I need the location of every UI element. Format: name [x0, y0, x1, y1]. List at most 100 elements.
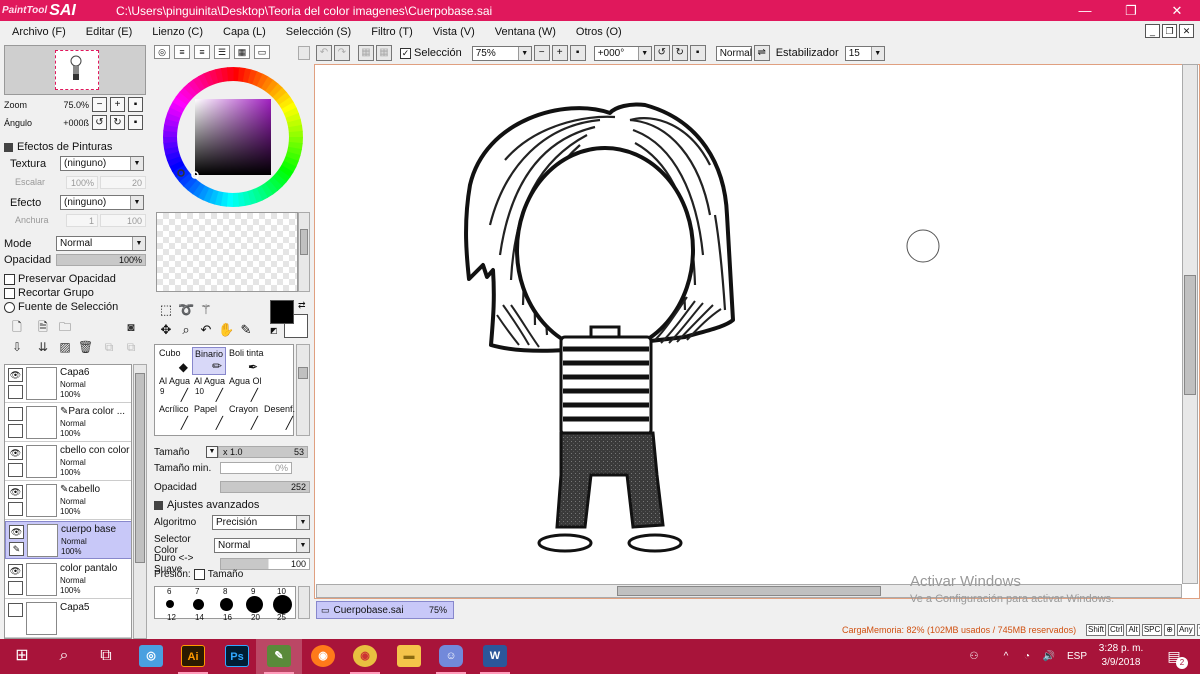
- brush-al-agua-9[interactable]: Al Agua 9 ╱: [157, 375, 191, 403]
- canvas-vertical-scrollbar[interactable]: [1182, 64, 1198, 584]
- zoom-reset-button[interactable]: ▪: [128, 97, 143, 112]
- brush-papel[interactable]: Papel ╱: [192, 403, 226, 431]
- search-icon[interactable]: ⌕: [52, 644, 76, 668]
- eye-off-icon[interactable]: [8, 603, 23, 617]
- layer-lock-toggle[interactable]: [8, 463, 23, 477]
- brush-crayon[interactable]: Crayon ╱: [227, 403, 261, 431]
- size-preset-dot[interactable]: [273, 595, 292, 614]
- layer-list-scroll-thumb[interactable]: [135, 373, 145, 563]
- rotate-reset-button[interactable]: ▪: [128, 115, 143, 130]
- color-panel-scroll-button[interactable]: [298, 46, 310, 60]
- selection-source-row[interactable]: Fuente de Selección: [4, 301, 118, 313]
- stabilizer-dropdown[interactable]: 15 ▼: [844, 45, 885, 61]
- mode-dropdown[interactable]: Normal ▼: [56, 236, 146, 251]
- merge-mask-icon[interactable]: ⧉: [124, 340, 138, 354]
- zoom-in-button[interactable]: +: [110, 97, 125, 112]
- swap-colors-icon[interactable]: ⇄: [298, 300, 306, 311]
- undo-icon[interactable]: ↶: [316, 45, 332, 61]
- taskbar-app-firefox[interactable]: ◉: [300, 639, 346, 674]
- eyedropper-icon[interactable]: ✎: [238, 322, 254, 338]
- language-indicator[interactable]: ESP: [1064, 639, 1090, 674]
- eye-icon[interactable]: 👁: [9, 525, 24, 539]
- brush-opacity-slider[interactable]: 252: [220, 481, 310, 493]
- layer-list-scrollbar[interactable]: [133, 364, 147, 639]
- menu-ventana[interactable]: Ventana (W): [483, 26, 564, 38]
- move-icon[interactable]: ✥: [158, 322, 174, 338]
- layer-item[interactable]: 👁 ✎cabello Normal 100%: [5, 482, 131, 520]
- rect-select-icon[interactable]: ⬚: [158, 302, 174, 318]
- doc-restore-button[interactable]: ❐: [1162, 24, 1177, 38]
- system-clock[interactable]: 3:28 p. m. 3/9/2018: [1096, 642, 1146, 670]
- brush-cubo[interactable]: Cubo ◆: [157, 347, 191, 375]
- hsv-slider-tab-icon[interactable]: ≡: [194, 45, 210, 59]
- lasso-icon[interactable]: ➰: [178, 302, 194, 318]
- wifi-icon[interactable]: ◔: [1018, 639, 1036, 674]
- advanced-settings-header[interactable]: Ajustes avanzados: [154, 499, 259, 511]
- color-wheel[interactable]: [162, 66, 304, 208]
- transfer-down-icon[interactable]: ⇩: [10, 340, 24, 354]
- effects-header[interactable]: Efectos de Pinturas: [4, 141, 112, 153]
- rotation-dropdown[interactable]: +000° ▼: [593, 45, 652, 61]
- menu-vista[interactable]: Vista (V): [421, 26, 483, 38]
- shift-key-indicator[interactable]: Shift: [1086, 624, 1107, 636]
- size-preset-dot[interactable]: [220, 598, 233, 611]
- menu-capa[interactable]: Capa (L): [211, 26, 274, 38]
- taskbar-app-illustrator[interactable]: Ai: [170, 639, 216, 674]
- canvas-vertical-scroll-thumb[interactable]: [1184, 275, 1196, 395]
- layer-item[interactable]: 👁 color pantalo Normal 100%: [5, 561, 131, 599]
- palette-tab-icon[interactable]: ☰: [214, 45, 230, 59]
- layer-item[interactable]: 👁 Capa6 Normal 100%: [5, 365, 131, 403]
- brush-agua-ol[interactable]: Agua Ol ╱: [227, 375, 262, 403]
- scratchpad-tab-icon[interactable]: ▭: [254, 45, 270, 59]
- eye-icon[interactable]: 👁: [8, 485, 23, 499]
- layer-lock-toggle[interactable]: [8, 424, 23, 438]
- any-key-indicator[interactable]: Any: [1176, 624, 1195, 636]
- layer-item-selected[interactable]: 👁 ✎ cuerpo base Normal 100%: [5, 521, 131, 559]
- reset-colors-icon[interactable]: ◩: [270, 326, 278, 335]
- rotate-icon[interactable]: ↶: [198, 322, 214, 338]
- brush-grid-scroll-thumb[interactable]: [298, 367, 308, 379]
- zoom-icon[interactable]: ⌕: [178, 322, 194, 338]
- new-mask-icon[interactable]: ◙: [124, 320, 138, 334]
- selection-checkbox[interactable]: ✓: [400, 47, 411, 59]
- eye-off-icon[interactable]: [8, 407, 23, 421]
- zoom-dropdown[interactable]: 75% ▼: [471, 45, 532, 61]
- doc-minimize-button[interactable]: _: [1145, 24, 1160, 38]
- zoom-out-button[interactable]: −: [533, 45, 550, 61]
- doc-close-button[interactable]: ✕: [1179, 24, 1194, 38]
- swatch-tab-icon[interactable]: ▦: [234, 45, 250, 59]
- clear-layer-icon[interactable]: ▨: [58, 340, 72, 354]
- brush-lock-icon[interactable]: ✎: [9, 542, 24, 556]
- texture-dropdown[interactable]: (ninguno) ▼: [60, 156, 144, 171]
- flip-horizontal-icon[interactable]: ⇌: [753, 45, 770, 61]
- alt-key-indicator[interactable]: Alt: [1126, 624, 1140, 636]
- preserve-opacity-checkbox[interactable]: [4, 273, 15, 285]
- zoom-value[interactable]: 75.0%: [54, 100, 89, 110]
- pressure-size-checkbox[interactable]: [193, 569, 205, 580]
- maximize-button[interactable]: ❐: [1108, 0, 1154, 21]
- menu-lienzo[interactable]: Lienzo (C): [140, 26, 211, 38]
- task-view-icon[interactable]: ⧉: [94, 644, 118, 668]
- clip-group-row[interactable]: Recortar Grupo: [4, 287, 94, 299]
- navigator-preview[interactable]: [4, 45, 146, 95]
- layer-opacity-slider[interactable]: 100%: [56, 254, 146, 266]
- rotate-right-icon[interactable]: ↻: [671, 45, 688, 61]
- taskbar-app-globe[interactable]: ◎: [128, 639, 174, 674]
- volume-icon[interactable]: 🔊: [1040, 639, 1058, 674]
- taskbar-app-photoshop[interactable]: Ps: [214, 639, 260, 674]
- hand-icon[interactable]: ✋: [218, 322, 234, 338]
- rotate-right-icon[interactable]: ↻: [110, 115, 125, 130]
- size-preset-dot[interactable]: [246, 596, 263, 613]
- navigator-viewport[interactable]: [55, 50, 99, 90]
- canvas-horizontal-scroll-thumb[interactable]: [617, 586, 881, 596]
- deselect-icon[interactable]: ▦: [358, 45, 374, 61]
- angle-value[interactable]: +000ß: [54, 118, 89, 128]
- zoom-fit-button[interactable]: ▪: [569, 45, 586, 61]
- new-layer-icon[interactable]: 🗋: [10, 320, 24, 334]
- invert-selection-icon[interactable]: ▦: [376, 45, 392, 61]
- preserve-opacity-row[interactable]: Preservar Opacidad: [4, 273, 116, 285]
- space-key-indicator[interactable]: SPC: [1141, 624, 1163, 636]
- layer-item[interactable]: ✎Para color ... Normal 100%: [5, 404, 131, 442]
- layer-lock-toggle[interactable]: [8, 502, 23, 516]
- menu-editar[interactable]: Editar (E): [74, 26, 140, 38]
